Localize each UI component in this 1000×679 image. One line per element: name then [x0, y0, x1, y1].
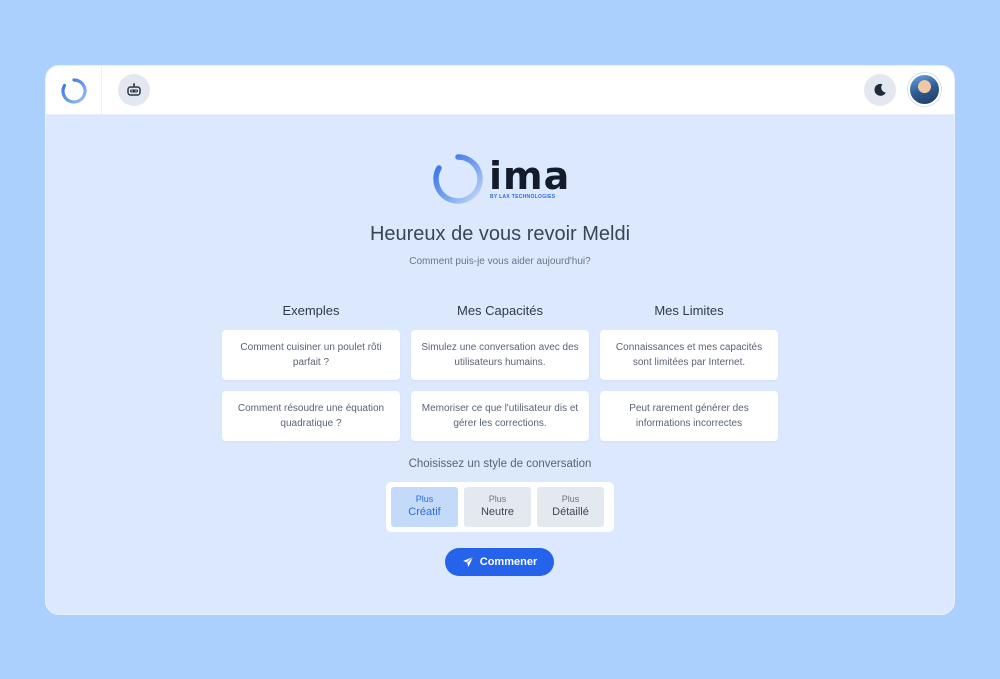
conversation-style-label: Choisissez un style de conversation: [408, 458, 592, 470]
brand-name: ima: [489, 154, 571, 198]
style-option-creative[interactable]: Plus Créatif: [391, 487, 458, 527]
conversation-style-selector: Plus Créatif Plus Neutre Plus Détaillé: [386, 482, 614, 532]
moon-icon: [874, 83, 886, 96]
app-window: ima BY LAX TECHNOLOGIES Heureux de vous …: [45, 65, 955, 615]
send-icon: [462, 556, 474, 567]
style-option-prefix: Plus: [488, 494, 507, 504]
column-title-limits: Mes Limites: [654, 303, 724, 318]
welcome-heading: Heureux de vous revoir Meldi: [369, 223, 631, 245]
example-card[interactable]: Comment cuisiner un poulet rôti parfait …: [222, 330, 400, 380]
style-option-label: Neutre: [480, 506, 515, 518]
top-bar: [46, 66, 954, 115]
robot-button[interactable]: [118, 74, 150, 106]
column-title-capabilities: Mes Capacités: [457, 303, 543, 318]
example-card[interactable]: Comment résoudre une équation quadratiqu…: [222, 391, 400, 441]
style-option-detailed[interactable]: Plus Détaillé: [537, 487, 604, 527]
brand-logo: ima BY LAX TECHNOLOGIES: [433, 154, 573, 206]
brand-tagline: BY LAX TECHNOLOGIES: [490, 194, 556, 200]
user-avatar[interactable]: [908, 73, 941, 106]
column-title-examples: Exemples: [282, 303, 340, 318]
style-option-label: Détaillé: [552, 506, 589, 518]
start-button-label: Commener: [479, 556, 538, 568]
style-option-prefix: Plus: [561, 494, 580, 504]
style-option-label: Créatif: [408, 506, 441, 518]
limit-card: Connaissances et mes capacités sont limi…: [600, 330, 778, 380]
welcome-subtitle: Comment puis-je vous aider aujourd'hui?: [409, 256, 591, 267]
style-option-prefix: Plus: [415, 494, 434, 504]
style-option-neutral[interactable]: Plus Neutre: [464, 487, 531, 527]
start-button[interactable]: Commener: [445, 548, 554, 576]
theme-toggle-button[interactable]: [864, 74, 896, 106]
limit-card: Peut rarement générer des informations i…: [600, 391, 778, 441]
capability-card: Simulez une conversation avec des utilis…: [411, 330, 589, 380]
app-logo[interactable]: [46, 66, 102, 115]
capability-card: Memoriser ce que l'utilisateur dis et gé…: [411, 391, 589, 441]
ring-logo-icon: [60, 77, 87, 104]
robot-icon: [127, 83, 141, 96]
ima-ring-icon: [433, 154, 483, 204]
